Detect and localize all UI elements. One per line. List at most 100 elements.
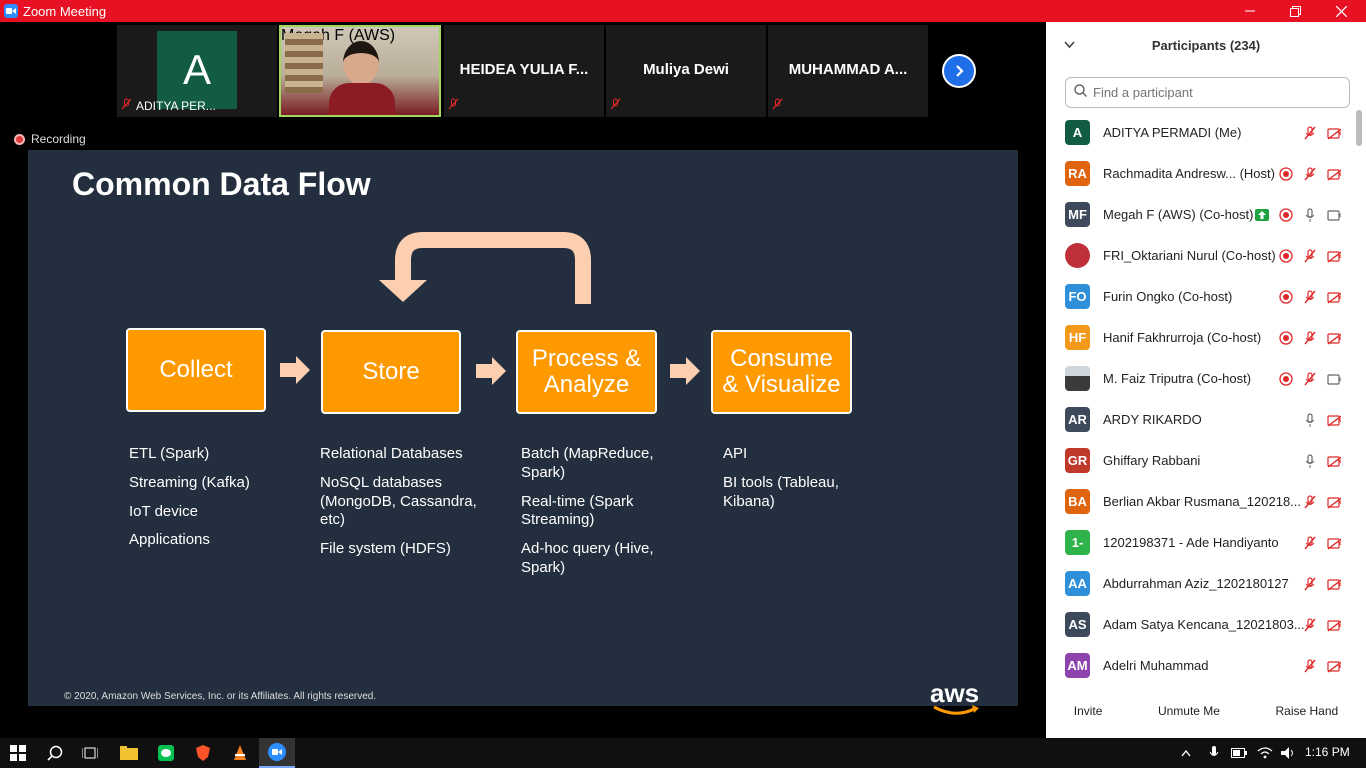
zoom-taskbar-icon[interactable]: [259, 738, 295, 768]
participant-row[interactable]: M. Faiz Triputra (Co-host): [1046, 358, 1356, 399]
recording-icon: [1279, 330, 1293, 345]
participant-tile-muhammad[interactable]: MUHAMMAD A...: [768, 25, 928, 117]
list-item: NoSQL databases (MongoDB, Cassandra, etc…: [320, 473, 477, 529]
camera-off-icon: [1327, 454, 1341, 468]
meeting-stage: A ADITYA PER... Megah F (AWS) HEIDEA YUL…: [0, 22, 1046, 738]
search-taskbar-icon[interactable]: [37, 738, 73, 768]
taskbar-clock[interactable]: 1:16 PM: [1305, 745, 1350, 759]
vlc-icon[interactable]: [222, 738, 258, 768]
participant-name: FRI_Oktariani Nurul (Co-host): [1103, 248, 1276, 263]
collapse-chevron-icon[interactable]: [1064, 38, 1075, 52]
tile-name: HEIDEA YULIA F...: [459, 61, 589, 78]
unmute-me-button[interactable]: Unmute Me: [1150, 699, 1228, 723]
participant-tile-heidea[interactable]: HEIDEA YULIA F...: [444, 25, 604, 117]
camera-icon: [1327, 372, 1341, 386]
mic-off-icon: [1303, 166, 1317, 181]
participant-row[interactable]: GR Ghiffary Rabbani: [1046, 440, 1356, 481]
store-list: Relational Databases NoSQL databases (Mo…: [320, 445, 490, 569]
participant-search[interactable]: [1065, 77, 1350, 108]
participant-row[interactable]: A ADITYA PERMADI (Me): [1046, 112, 1356, 153]
avatar: RA: [1065, 161, 1090, 186]
minimize-button[interactable]: [1227, 0, 1273, 22]
participant-row[interactable]: FO Furin Ongko (Co-host): [1046, 276, 1356, 317]
close-window-button[interactable]: [1318, 0, 1364, 22]
list-item: API: [723, 445, 748, 462]
sharing-icon: [1255, 208, 1269, 222]
process-list: Batch (MapReduce, Spark) Real-time (Spar…: [521, 445, 681, 588]
participants-scrollbar[interactable]: [1356, 110, 1362, 146]
mic-off-icon: [1303, 289, 1317, 304]
participant-name: Furin Ongko (Co-host): [1103, 289, 1233, 304]
participant-row[interactable]: AS Adam Satya Kencana_12021803...: [1046, 604, 1356, 645]
slide-title: Common Data Flow: [72, 166, 371, 202]
participant-name: Ghiffary Rabbani: [1103, 453, 1201, 468]
participant-row[interactable]: AR ARDY RIKARDO: [1046, 399, 1356, 440]
participant-tile-aditya[interactable]: A ADITYA PER...: [117, 25, 277, 117]
battery-icon[interactable]: [1227, 738, 1251, 768]
slide-copyright: © 2020, Amazon Web Services, Inc. or its…: [64, 691, 377, 702]
participant-row[interactable]: FRI_Oktariani Nurul (Co-host): [1046, 235, 1356, 276]
list-item: BI tools (Tableau, Kibana): [723, 473, 839, 510]
shared-slide: Common Data Flow Collect Store Process &…: [28, 150, 1018, 715]
list-item: File system (HDFS): [320, 540, 451, 557]
participant-row[interactable]: RA Rachmadita Andresw... (Host): [1046, 153, 1356, 194]
recording-indicator: Recording: [14, 132, 86, 146]
participants-panel: Participants (234) A ADITYA PERMADI (Me) R…: [1046, 22, 1366, 738]
mic-icon: [1303, 453, 1317, 468]
step-collect: Collect: [126, 328, 266, 412]
microphone-tray-icon[interactable]: [1202, 738, 1226, 768]
camera-off-icon: [1327, 167, 1341, 181]
step-store: Store: [321, 330, 461, 414]
mic-off-icon: [1303, 535, 1317, 550]
participant-body: [329, 83, 395, 115]
participant-row[interactable]: MF Megah F (AWS) (Co-host): [1046, 194, 1356, 235]
participant-name: Adelri Muhammad: [1103, 658, 1209, 673]
list-item: Real-time (Spark Streaming): [521, 492, 634, 529]
avatar: 1-: [1065, 530, 1090, 555]
participant-tile-megah-video[interactable]: Megah F (AWS): [279, 25, 441, 117]
restore-button[interactable]: [1272, 0, 1318, 22]
aws-logo: aws: [930, 678, 979, 715]
invite-button[interactable]: Invite: [1066, 699, 1111, 723]
participant-row[interactable]: AA Abdurrahman Aziz_1202180127: [1046, 563, 1356, 604]
participant-row[interactable]: HF Hanif Fakhrurroja (Co-host): [1046, 317, 1356, 358]
mic-off-icon: [1303, 371, 1317, 386]
camera-off-icon: [1327, 577, 1341, 591]
participant-tile-muliya[interactable]: Muliya Dewi: [606, 25, 766, 117]
participant-name: ADITYA PERMADI (Me): [1103, 125, 1242, 140]
search-input[interactable]: [1093, 85, 1343, 100]
participants-header: Participants (234): [1151, 37, 1261, 53]
avatar: AR: [1065, 407, 1090, 432]
muted-mic-icon: [610, 98, 621, 113]
avatar: GR: [1065, 448, 1090, 473]
search-icon: [1074, 83, 1088, 102]
tray-chevron-icon[interactable]: [1174, 738, 1198, 768]
participant-name: Rachmadita Andresw... (Host): [1103, 166, 1275, 181]
participant-name: Megah F (AWS) (Co-host): [1103, 207, 1254, 222]
avatar: FO: [1065, 284, 1090, 309]
next-page-button[interactable]: [942, 54, 976, 88]
mic-off-icon: [1303, 248, 1317, 263]
participant-row[interactable]: 1- 1202198371 - Ade Handiyanto: [1046, 522, 1356, 563]
consume-list: API BI tools (Tableau, Kibana): [723, 445, 873, 521]
brave-browser-icon[interactable]: [185, 738, 221, 768]
recording-icon: [1279, 371, 1293, 386]
wifi-icon[interactable]: [1253, 738, 1277, 768]
muted-mic-icon: [772, 98, 783, 113]
participant-row[interactable]: AM Adelri Muhammad: [1046, 645, 1356, 686]
mic-icon: [1303, 412, 1317, 427]
file-explorer-icon[interactable]: [111, 738, 147, 768]
avatar: HF: [1065, 325, 1090, 350]
volume-icon[interactable]: [1277, 738, 1301, 768]
loop-arrow: [379, 232, 591, 304]
mic-off-icon: [1303, 125, 1317, 140]
mic-off-icon: [1303, 576, 1317, 591]
step-consume-visualize: Consume & Visualize: [711, 330, 852, 414]
camera-off-icon: [1327, 413, 1341, 427]
task-view-icon[interactable]: [72, 738, 108, 768]
participant-row[interactable]: BA Berlian Akbar Rusmana_120218...: [1046, 481, 1356, 522]
line-app-icon[interactable]: [148, 738, 184, 768]
start-button[interactable]: [0, 738, 36, 768]
raise-hand-button[interactable]: Raise Hand: [1268, 699, 1347, 723]
list-item: Ad-hoc query (Hive, Spark): [521, 540, 654, 576]
